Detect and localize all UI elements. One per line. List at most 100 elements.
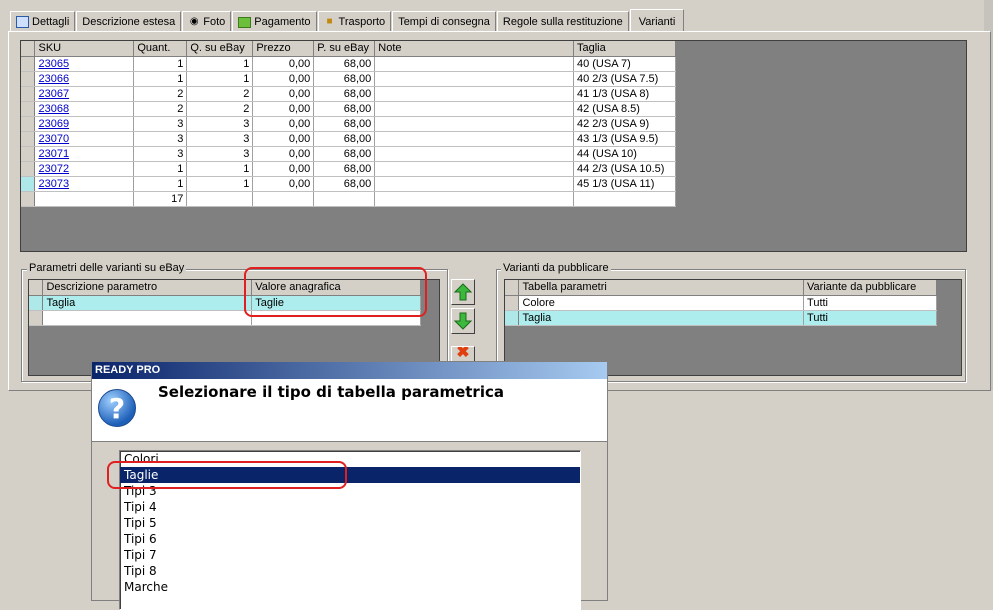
prezzo-cell[interactable]: 0,00 xyxy=(252,56,315,72)
variante-cell[interactable]: Tutti xyxy=(803,310,937,326)
q-ebay-cell[interactable]: 3 xyxy=(186,131,254,147)
sku-link[interactable]: 23070 xyxy=(38,133,69,145)
prezzo-cell[interactable]: 0,00 xyxy=(252,71,315,87)
list-item[interactable]: Tipi 7 xyxy=(120,547,580,563)
sku-link[interactable]: 23067 xyxy=(38,88,69,100)
sku-cell[interactable]: 23067 xyxy=(34,86,135,102)
column-header-prezzo[interactable]: Prezzo xyxy=(252,41,315,57)
list-item[interactable]: Tipi 6 xyxy=(120,531,580,547)
move-down-button[interactable] xyxy=(451,308,475,334)
row-indicator[interactable] xyxy=(21,116,36,132)
row-indicator[interactable] xyxy=(505,295,520,311)
column-header-tabella[interactable]: Tabella parametri xyxy=(518,280,805,296)
sku-link[interactable]: 23071 xyxy=(38,148,69,160)
column-header-sku[interactable]: SKU xyxy=(34,41,135,57)
tabella-cell[interactable]: Taglia xyxy=(518,310,805,326)
note-cell[interactable] xyxy=(374,161,574,177)
tabella-cell[interactable]: Colore xyxy=(518,295,805,311)
column-header-taglia[interactable]: Taglia xyxy=(573,41,677,57)
quant-cell[interactable]: 2 xyxy=(133,101,188,117)
delete-button[interactable]: ✖ xyxy=(451,346,475,362)
prezzo-cell[interactable]: 0,00 xyxy=(252,116,315,132)
q-ebay-cell[interactable]: 3 xyxy=(186,146,254,162)
q-ebay-cell[interactable]: 1 xyxy=(186,56,254,72)
sku-cell[interactable]: 23070 xyxy=(34,131,135,147)
taglia-cell[interactable]: 44 (USA 10) xyxy=(573,146,677,162)
table-row[interactable]: 23073 1 1 0,00 68,00 45 1/3 (USA 11) xyxy=(21,176,677,192)
sku-cell[interactable]: 23066 xyxy=(34,71,135,87)
table-row[interactable]: 23067 2 2 0,00 68,00 41 1/3 (USA 8) xyxy=(21,86,677,102)
tab-trasporto[interactable]: ■ Trasporto xyxy=(317,11,392,32)
q-ebay-cell[interactable]: 1 xyxy=(186,176,254,192)
variants-grid[interactable]: SKU Quant. Q. su eBay Prezzo P. su eBay … xyxy=(20,40,967,252)
list-item[interactable]: Marche xyxy=(120,579,580,595)
column-header-q-ebay[interactable]: Q. su eBay xyxy=(186,41,254,57)
descrizione-cell[interactable]: Taglia xyxy=(42,295,253,311)
column-header-descrizione[interactable]: Descrizione parametro xyxy=(42,280,253,296)
move-up-button[interactable] xyxy=(451,279,475,305)
row-indicator[interactable] xyxy=(21,86,36,102)
prezzo-cell[interactable]: 0,00 xyxy=(252,131,315,147)
row-indicator[interactable] xyxy=(29,310,44,326)
prezzo-cell[interactable]: 0,00 xyxy=(252,161,315,177)
quant-cell[interactable]: 2 xyxy=(133,86,188,102)
row-indicator[interactable] xyxy=(21,101,36,117)
p-ebay-cell[interactable]: 68,00 xyxy=(313,71,376,87)
taglia-cell[interactable]: 40 2/3 (USA 7.5) xyxy=(573,71,677,87)
row-indicator[interactable] xyxy=(505,310,520,326)
quant-cell[interactable]: 1 xyxy=(133,176,188,192)
p-ebay-cell[interactable]: 68,00 xyxy=(313,161,376,177)
column-header-p-ebay[interactable]: P. su eBay xyxy=(313,41,376,57)
quant-cell[interactable]: 1 xyxy=(133,56,188,72)
quant-cell[interactable]: 3 xyxy=(133,146,188,162)
q-ebay-cell[interactable]: 3 xyxy=(186,116,254,132)
table-row[interactable]: Colore Tutti xyxy=(505,295,937,311)
sku-cell[interactable]: 23071 xyxy=(34,146,135,162)
taglia-cell[interactable]: 41 1/3 (USA 8) xyxy=(573,86,677,102)
sku-cell[interactable]: 23072 xyxy=(34,161,135,177)
taglia-cell[interactable]: 40 (USA 7) xyxy=(573,56,677,72)
taglia-cell[interactable]: 43 1/3 (USA 9.5) xyxy=(573,131,677,147)
note-cell[interactable] xyxy=(374,131,574,147)
quant-cell[interactable]: 1 xyxy=(133,161,188,177)
descrizione-cell[interactable] xyxy=(42,310,253,326)
sku-cell[interactable]: 23069 xyxy=(34,116,135,132)
p-ebay-cell[interactable]: 68,00 xyxy=(313,146,376,162)
tab-regole-restituzione[interactable]: Regole sulla restituzione xyxy=(496,11,629,32)
quant-cell[interactable]: 3 xyxy=(133,116,188,132)
sku-cell[interactable]: 23065 xyxy=(34,56,135,72)
sku-link[interactable]: 23069 xyxy=(38,118,69,130)
p-ebay-cell[interactable]: 68,00 xyxy=(313,101,376,117)
table-row[interactable]: 23072 1 1 0,00 68,00 44 2/3 (USA 10.5) xyxy=(21,161,677,177)
row-indicator[interactable] xyxy=(29,295,44,311)
row-indicator[interactable] xyxy=(21,146,36,162)
p-ebay-cell[interactable]: 68,00 xyxy=(313,56,376,72)
table-row[interactable]: 23068 2 2 0,00 68,00 42 (USA 8.5) xyxy=(21,101,677,117)
sku-link[interactable]: 23068 xyxy=(38,103,69,115)
note-cell[interactable] xyxy=(374,56,574,72)
row-indicator[interactable] xyxy=(21,71,36,87)
column-header-quant[interactable]: Quant. xyxy=(133,41,188,57)
note-cell[interactable] xyxy=(374,71,574,87)
variante-cell[interactable]: Tutti xyxy=(803,295,937,311)
sku-cell[interactable]: 23073 xyxy=(34,176,135,192)
table-row[interactable]: 23065 1 1 0,00 68,00 40 (USA 7) xyxy=(21,56,677,72)
tab-descrizione-estesa[interactable]: Descrizione estesa xyxy=(76,11,182,32)
row-indicator[interactable] xyxy=(21,131,36,147)
table-row[interactable]: 23071 3 3 0,00 68,00 44 (USA 10) xyxy=(21,146,677,162)
sku-link[interactable]: 23065 xyxy=(38,58,69,70)
q-ebay-cell[interactable]: 2 xyxy=(186,101,254,117)
taglia-cell[interactable]: 42 2/3 (USA 9) xyxy=(573,116,677,132)
quant-cell[interactable]: 1 xyxy=(133,71,188,87)
row-indicator[interactable] xyxy=(21,176,36,192)
q-ebay-cell[interactable]: 1 xyxy=(186,71,254,87)
sku-cell[interactable]: 23068 xyxy=(34,101,135,117)
column-header-variante[interactable]: Variante da pubblicare xyxy=(803,280,937,296)
note-cell[interactable] xyxy=(374,176,574,192)
prezzo-cell[interactable]: 0,00 xyxy=(252,101,315,117)
tab-varianti[interactable]: Varianti xyxy=(629,9,685,33)
note-cell[interactable] xyxy=(374,101,574,117)
table-row[interactable]: Taglia Tutti xyxy=(505,310,937,326)
sku-link[interactable]: 23066 xyxy=(38,73,69,85)
tab-foto[interactable]: ◉ Foto xyxy=(182,11,232,32)
